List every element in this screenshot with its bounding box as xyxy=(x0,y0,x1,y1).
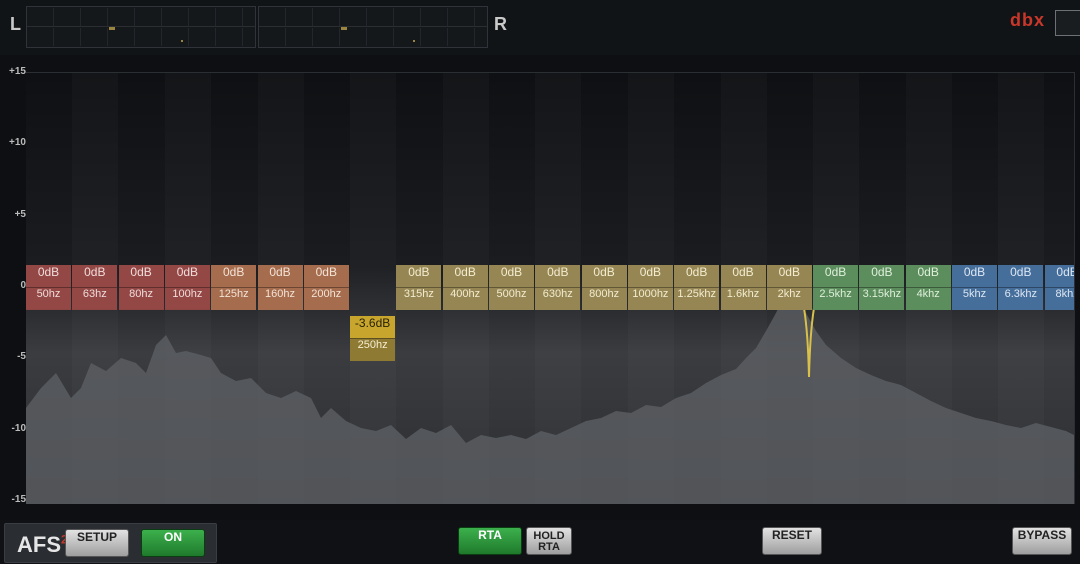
band-frequency-label: 3.15khz xyxy=(859,287,905,310)
band-gain-label: 0dB xyxy=(396,265,442,287)
band-gain-label: 0dB xyxy=(1044,265,1074,287)
meter-bar: L R dbx xyxy=(0,0,1080,55)
db-scale-label: 0 xyxy=(20,279,26,291)
band-gain-label: 0dB xyxy=(674,265,720,287)
eq-band-630hz[interactable]: 0dB 630hz xyxy=(535,265,581,310)
eq-band-500hz[interactable]: 0dB 500hz xyxy=(489,265,534,310)
band-gain-label: 0dB xyxy=(26,265,71,287)
eq-band-2.5khz[interactable]: 0dB 2.5khz xyxy=(813,265,859,310)
band-frequency-label: 1.6khz xyxy=(720,287,766,310)
band-frequency-label: 125hz xyxy=(211,287,257,310)
rta-spectrum-fill xyxy=(26,288,1074,504)
afs-panel: AFS2 SETUP ON xyxy=(4,523,217,563)
band-frequency-label: 6.3khz xyxy=(998,287,1044,310)
eq-band-1.6khz[interactable]: 0dB 1.6khz xyxy=(720,265,766,310)
band-gain-label: 0dB xyxy=(118,265,164,287)
eq-band-6.3khz[interactable]: 0dB 6.3khz xyxy=(998,265,1044,310)
band-frequency-label: 500hz xyxy=(489,287,534,310)
band-gain-label: 0dB xyxy=(257,265,303,287)
eq-band-1000hz[interactable]: 0dB 1000hz xyxy=(627,265,673,310)
band-frequency-label: 630hz xyxy=(535,287,581,310)
band-gain-label: 0dB xyxy=(813,265,859,287)
band-gain-label: 0dB xyxy=(164,265,210,287)
band-gain-label: 0dB xyxy=(627,265,673,287)
band-gain-label: 0dB xyxy=(905,265,951,287)
db-scale-label: -5 xyxy=(17,351,26,363)
eq-graph[interactable]: 0dB 50hz 0dB 63hz 0dB 80hz 0dB 100hz 0dB 125hz 0dB… xyxy=(26,72,1075,504)
eq-band-160hz[interactable]: 0dB 160hz xyxy=(257,265,303,310)
eq-band-200hz[interactable]: 0dB 200hz xyxy=(303,265,349,310)
band-frequency-label: 63hz xyxy=(72,287,118,310)
eq-band-100hz[interactable]: 0dB 100hz xyxy=(164,265,210,310)
band-gain-label: 0dB xyxy=(952,265,997,287)
dbx-logo: dbx xyxy=(1009,10,1045,30)
band-gain-label: 0dB xyxy=(998,265,1044,287)
band-frequency-label: 800hz xyxy=(581,287,627,310)
eq-band-315hz[interactable]: 0dB 315hz xyxy=(396,265,442,310)
band-frequency-label: 2khz xyxy=(766,287,812,310)
db-scale-label: +15 xyxy=(9,66,26,77)
eq-band-5khz[interactable]: 0dB 5khz xyxy=(952,265,997,310)
afs-logo: AFS2 xyxy=(17,532,68,557)
band-gain-label: -3.6dB xyxy=(350,316,396,339)
band-frequency-label: 200hz xyxy=(303,287,349,310)
right-level-meter xyxy=(258,6,488,48)
band-gain-label: 0dB xyxy=(859,265,905,287)
band-gain-label: 0dB xyxy=(303,265,349,287)
eq-band-8khz[interactable]: 0dB8khz xyxy=(1044,265,1074,310)
band-gain-label: 0dB xyxy=(720,265,766,287)
band-gain-label: 0dB xyxy=(442,265,488,287)
bypass-button[interactable]: BYPASS xyxy=(1012,527,1072,555)
band-gain-label: 0dB xyxy=(211,265,257,287)
band-gain-label: 0dB xyxy=(489,265,534,287)
bottom-toolbar: AFS2 SETUP ON RTA HOLDRTA RESET BYPASS xyxy=(0,520,1080,564)
band-frequency-label: 100hz xyxy=(164,287,210,310)
db-scale-label: +10 xyxy=(9,137,26,149)
band-frequency-label: 2.5khz xyxy=(813,287,859,310)
eq-band-4khz[interactable]: 0dB 4khz xyxy=(905,265,951,310)
window-menu-button[interactable] xyxy=(1055,10,1080,36)
eq-band-400hz[interactable]: 0dB 400hz xyxy=(442,265,488,310)
eq-band-800hz[interactable]: 0dB 800hz xyxy=(581,265,627,310)
eq-band-125hz[interactable]: 0dB 125hz xyxy=(211,265,257,310)
band-frequency-label: 250hz xyxy=(350,338,396,362)
band-frequency-label: 400hz xyxy=(442,287,488,310)
band-frequency-label: 4khz xyxy=(905,287,951,310)
band-gain-label: 0dB xyxy=(766,265,812,287)
band-frequency-label: 80hz xyxy=(118,287,164,310)
eq-band-1.25khz[interactable]: 0dB 1.25khz xyxy=(674,265,720,310)
eq-band-50hz[interactable]: 0dB 50hz xyxy=(26,265,71,310)
band-frequency-label: 5khz xyxy=(952,287,997,310)
band-frequency-label: 8khz xyxy=(1044,287,1074,310)
db-scale-label: -10 xyxy=(11,422,26,434)
band-frequency-label: 50hz xyxy=(26,287,71,310)
eq-band-250hz[interactable]: -3.6dB 250hz xyxy=(350,316,396,362)
reset-button[interactable]: RESET xyxy=(762,527,822,555)
band-gain-label: 0dB xyxy=(581,265,627,287)
eq-band-63hz[interactable]: 0dB 63hz xyxy=(72,265,118,310)
rta-button[interactable]: RTA xyxy=(458,527,522,555)
band-gain-label: 0dB xyxy=(535,265,581,287)
eq-band-80hz[interactable]: 0dB 80hz xyxy=(118,265,164,310)
setup-button[interactable]: SETUP xyxy=(65,529,129,557)
db-scale-label: +5 xyxy=(14,208,26,220)
afs-on-button[interactable]: ON xyxy=(141,529,205,557)
hold-rta-button[interactable]: HOLD RTA xyxy=(526,527,572,555)
left-channel-label: L xyxy=(10,14,21,34)
eq-band-2khz[interactable]: 0dB 2khz xyxy=(766,265,812,310)
band-gain-label: 0dB xyxy=(72,265,118,287)
band-frequency-label: 1.25khz xyxy=(674,287,720,310)
band-frequency-label: 315hz xyxy=(396,287,442,310)
band-frequency-label: 1000hz xyxy=(627,287,673,310)
left-level-meter xyxy=(26,6,256,48)
right-channel-label: R xyxy=(494,14,507,34)
db-scale-label: -15 xyxy=(11,493,26,505)
eq-band-3.15khz[interactable]: 0dB 3.15khz xyxy=(859,265,905,310)
band-frequency-label: 160hz xyxy=(257,287,303,310)
